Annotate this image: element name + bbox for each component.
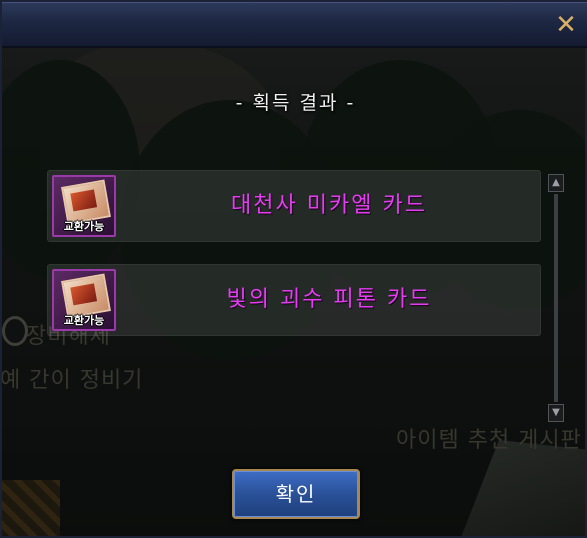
dialog-heading: - 획득 결과 - — [235, 92, 356, 114]
dialog-titlebar: ✕ — [2, 2, 587, 48]
list-item[interactable]: 교환가능 빛의 괴수 피톤 카드 — [47, 264, 541, 336]
scroll-down-icon[interactable]: ▼ — [548, 404, 564, 422]
item-name: 대천사 미카엘 카드 — [231, 193, 427, 218]
list-scrollbar[interactable]: ▲ ▼ — [548, 174, 564, 424]
close-icon[interactable]: ✕ — [553, 12, 579, 38]
card-item-icon: 교환가능 — [52, 175, 116, 237]
confirm-button[interactable]: 확인 — [232, 469, 360, 519]
item-name: 빛의 괴수 피톤 카드 — [226, 287, 432, 312]
tradable-badge: 교환가능 — [63, 314, 105, 327]
acquisition-result-dialog: ✕ - 획득 결과 - 교환가능 대천사 미카엘 카드 교환가능 빛의 괴수 피… — [0, 0, 587, 538]
result-list: 교환가능 대천사 미카엘 카드 교환가능 빛의 괴수 피톤 카드 — [47, 170, 541, 340]
scrollbar-track[interactable] — [554, 194, 558, 402]
scroll-up-icon[interactable]: ▲ — [548, 174, 564, 192]
card-item-icon: 교환가능 — [52, 269, 116, 331]
tradable-badge: 교환가능 — [63, 220, 105, 233]
list-item[interactable]: 교환가능 대천사 미카엘 카드 — [47, 170, 541, 242]
